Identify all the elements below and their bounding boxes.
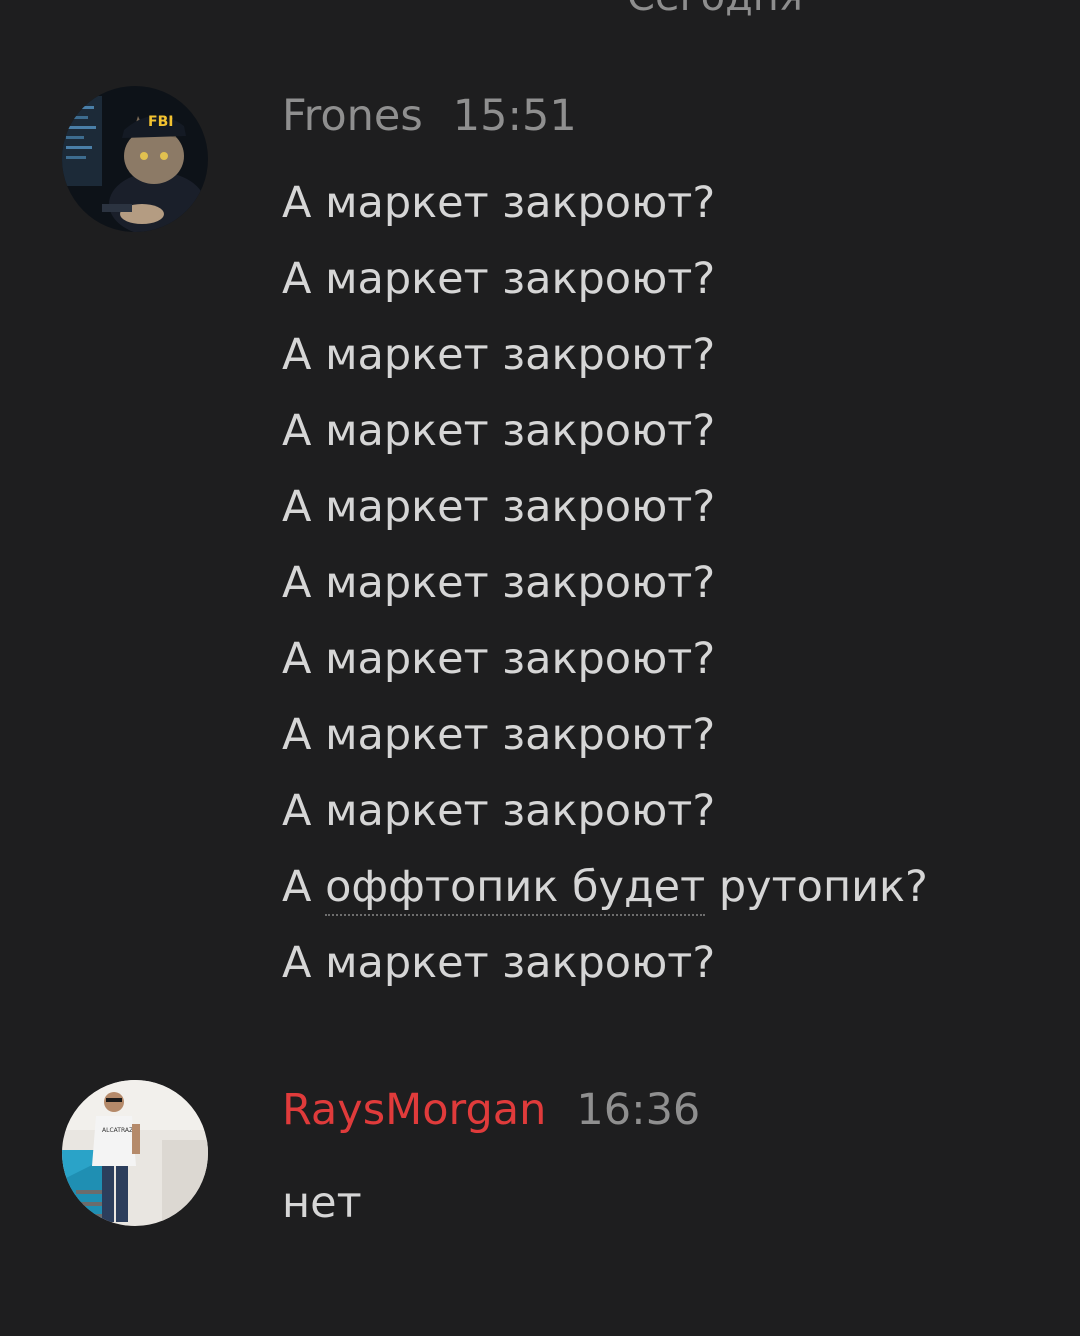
svg-text:ALCATRAZ: ALCATRAZ	[102, 1127, 133, 1134]
message-lines: нет	[282, 1170, 362, 1246]
message-line: А маркет закроют?	[282, 558, 716, 608]
message-line: А маркет закроют?	[282, 178, 716, 228]
message-line: А маркет закроют?	[282, 254, 716, 304]
cat-fbi-avatar-icon[interactable]: FBI	[62, 86, 208, 232]
message-line-with-link: А оффтопик будет рутопик?	[282, 854, 928, 930]
message-line: А маркет закроют?	[282, 406, 716, 456]
line-suffix: рутопик?	[705, 862, 928, 912]
line-prefix: А	[282, 862, 326, 912]
message-header: RaysMorgan 16:36	[282, 1080, 700, 1140]
man-photo-avatar-icon[interactable]: ALCATRAZ	[62, 1080, 208, 1226]
topic-link[interactable]: оффтопик будет	[325, 862, 706, 916]
message-line: А маркет закроют?	[282, 482, 716, 532]
username[interactable]: RaysMorgan	[282, 1085, 546, 1135]
message-line: нет	[282, 1178, 362, 1228]
timestamp: 15:51	[452, 91, 577, 141]
message-line: А маркет закроют?	[282, 710, 716, 760]
message-line: А маркет закроют?	[282, 786, 716, 836]
message-line: А маркет закроют?	[282, 634, 716, 684]
username[interactable]: Frones	[282, 91, 423, 141]
timestamp: 16:36	[576, 1085, 701, 1135]
message-line: А маркет закроют?	[282, 938, 716, 988]
message-lines: А маркет закроют? А маркет закроют? А ма…	[282, 170, 928, 1006]
date-divider: Сегодня	[0, 0, 1080, 20]
message-header: Frones 15:51	[282, 86, 577, 146]
svg-text:FBI: FBI	[148, 114, 173, 130]
message-line: А маркет закроют?	[282, 330, 716, 380]
